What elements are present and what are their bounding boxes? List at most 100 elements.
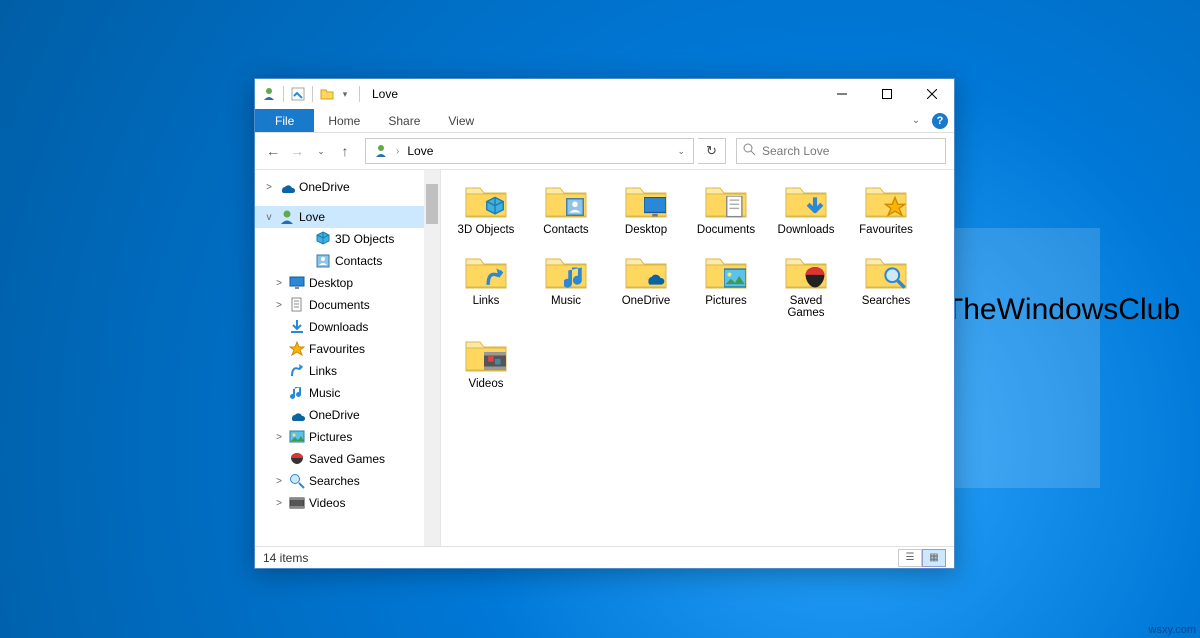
savedgames-icon (804, 267, 826, 289)
details-view-button[interactable]: ☰ (898, 549, 922, 567)
tree-item-onedrive[interactable]: >OneDrive (255, 176, 440, 198)
navigation-bar: ← → ⌄ ↑ › Love ⌄ ↻ Search Love (255, 133, 954, 169)
folder-label: OneDrive (622, 295, 671, 308)
tree-item-music[interactable]: Music (255, 382, 440, 404)
search-input[interactable]: Search Love (736, 138, 946, 164)
window-title: Love (372, 87, 398, 101)
quick-access-toolbar: ▾ (261, 86, 364, 102)
folder-icon (624, 251, 668, 291)
documents-icon (289, 297, 305, 313)
folder-icon (624, 180, 668, 220)
qat-dropdown-icon[interactable]: ▾ (337, 86, 353, 102)
links-icon (484, 267, 506, 289)
ribbon-collapse-icon[interactable]: ⌄ (906, 109, 926, 132)
tree-item-downloads[interactable]: Downloads (255, 316, 440, 338)
breadcrumb-root[interactable] (370, 144, 392, 158)
tree-item-videos[interactable]: >Videos (255, 492, 440, 514)
contacts-icon (564, 196, 586, 218)
view-toggle: ☰ ▦ (898, 549, 946, 567)
tree-item-documents[interactable]: >Documents (255, 294, 440, 316)
folder-documents[interactable]: Documents (695, 180, 757, 237)
downloads-icon (804, 196, 826, 218)
tree-item-favourites[interactable]: Favourites (255, 338, 440, 360)
folder-label: Music (551, 295, 581, 308)
onedrive-icon (279, 179, 295, 195)
folder-label: Desktop (625, 224, 667, 237)
searches-icon (289, 473, 305, 489)
tree-item-love[interactable]: vLove (255, 206, 440, 228)
folder-contacts[interactable]: Contacts (535, 180, 597, 237)
folder-onedrive[interactable]: OneDrive (615, 251, 677, 320)
scrollbar-thumb[interactable] (426, 184, 438, 224)
tab-home[interactable]: Home (314, 109, 374, 132)
folder-favourites[interactable]: Favourites (855, 180, 917, 237)
folder-videos[interactable]: Videos (455, 334, 517, 391)
refresh-button[interactable]: ↻ (698, 138, 726, 164)
separator (359, 86, 360, 102)
tree-item-label: Links (309, 364, 337, 378)
folder-downloads[interactable]: Downloads (775, 180, 837, 237)
tree-item-label: Desktop (309, 276, 353, 290)
tree-item-desktop[interactable]: >Desktop (255, 272, 440, 294)
folder-label: 3D Objects (458, 224, 515, 237)
forward-button[interactable]: → (287, 141, 307, 161)
address-dropdown-icon[interactable]: ⌄ (673, 146, 689, 157)
item-count: 14 items (263, 551, 308, 565)
navigation-pane[interactable]: >OneDrive vLove3D ObjectsContacts>Desktop… (255, 170, 441, 546)
folder-saved-games[interactable]: Saved Games (775, 251, 837, 320)
icons-view-button[interactable]: ▦ (922, 549, 946, 567)
links-icon (289, 363, 305, 379)
ribbon-tabs: File Home Share View ⌄ ? (255, 109, 954, 133)
folder-icon (544, 251, 588, 291)
close-button[interactable] (909, 79, 954, 109)
folder-icon (864, 180, 908, 220)
folder-label: Videos (469, 378, 504, 391)
footer-credit: wsxy.com (1149, 624, 1196, 636)
help-button[interactable]: ? (926, 109, 954, 132)
tab-view[interactable]: View (434, 109, 488, 132)
folder-label: Contacts (543, 224, 588, 237)
tree-item-contacts[interactable]: Contacts (255, 250, 440, 272)
searches-icon (884, 267, 906, 289)
minimize-button[interactable] (819, 79, 864, 109)
tree-item-label: Documents (309, 298, 370, 312)
music-icon (289, 385, 305, 401)
search-icon (743, 143, 756, 159)
properties-icon[interactable] (290, 86, 306, 102)
file-tab[interactable]: File (255, 109, 314, 132)
chevron-right-icon[interactable]: › (396, 146, 399, 157)
up-button[interactable]: ↑ (335, 141, 355, 161)
folder-label: Links (473, 295, 500, 308)
folder-desktop[interactable]: Desktop (615, 180, 677, 237)
back-button[interactable]: ← (263, 141, 283, 161)
tree-item-searches[interactable]: >Searches (255, 470, 440, 492)
address-bar[interactable]: › Love ⌄ (365, 138, 694, 164)
maximize-button[interactable] (864, 79, 909, 109)
scrollbar[interactable] (424, 170, 440, 546)
3d-icon (315, 231, 331, 247)
breadcrumb-item[interactable]: Love (403, 144, 437, 158)
titlebar[interactable]: ▾ Love (255, 79, 954, 109)
tree-item-onedrive[interactable]: OneDrive (255, 404, 440, 426)
folder-links[interactable]: Links (455, 251, 517, 320)
3d-icon (484, 196, 506, 218)
folder-music[interactable]: Music (535, 251, 597, 320)
tree-item-label: Videos (309, 496, 345, 510)
folder-3d-objects[interactable]: 3D Objects (455, 180, 517, 237)
recent-locations-button[interactable]: ⌄ (311, 141, 331, 161)
tree-item-saved-games[interactable]: Saved Games (255, 448, 440, 470)
favourites-icon (289, 341, 305, 357)
folder-pictures[interactable]: Pictures (695, 251, 757, 320)
folder-searches[interactable]: Searches (855, 251, 917, 320)
tab-share[interactable]: Share (374, 109, 434, 132)
folder-icon (784, 251, 828, 291)
tree-item-3d-objects[interactable]: 3D Objects (255, 228, 440, 250)
tree-item-pictures[interactable]: >Pictures (255, 426, 440, 448)
content-pane[interactable]: 3D Objects Contacts Desktop Documents Do… (441, 170, 954, 546)
favourites-icon (884, 196, 906, 218)
tree-item-label: Searches (309, 474, 360, 488)
tree-item-links[interactable]: Links (255, 360, 440, 382)
user-icon (279, 209, 295, 225)
folder-icon (464, 180, 508, 220)
tree-item-label: Saved Games (309, 452, 385, 466)
